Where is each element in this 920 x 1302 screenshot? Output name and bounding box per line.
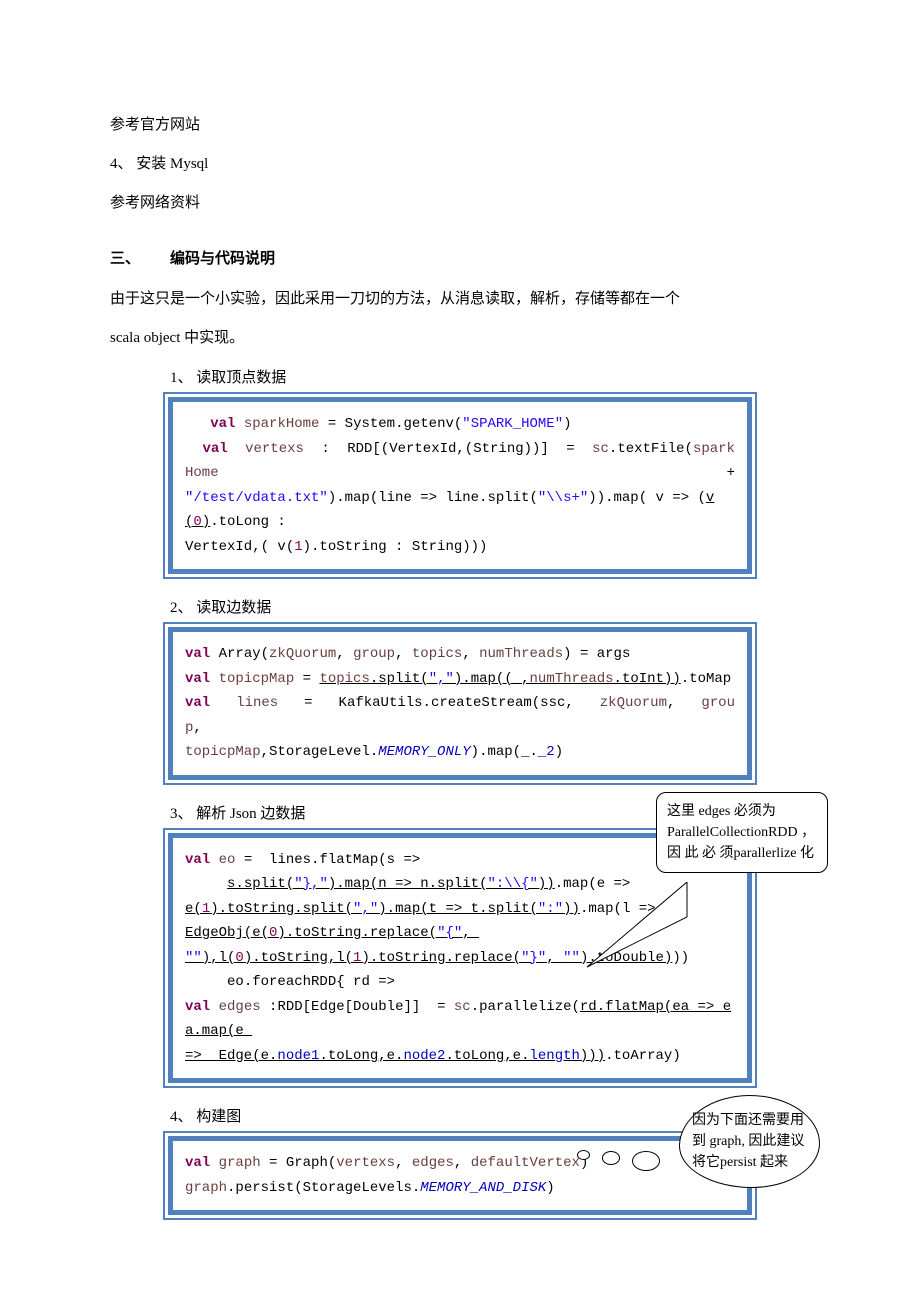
code-block: val graph = Graph(vertexs, edges, defaul… <box>168 1136 752 1215</box>
section-title: 编码与代码说明 <box>170 251 275 267</box>
callout-text: 这里 edges 必须为ParallelCollectionRDD ， 因 此 … <box>667 804 815 861</box>
text-line: 参考网络资料 <box>110 190 810 217</box>
callout-text: 因为下面还需要用到 graph, 因此建议将它persist 起来 <box>692 1113 804 1170</box>
code-block: val sparkHome = System.getenv("SPARK_HOM… <box>168 397 752 574</box>
callout-cloud: 因为下面还需要用到 graph, 因此建议将它persist 起来 <box>679 1095 820 1188</box>
paragraph: scala object 中实现。 <box>110 325 810 352</box>
text-line: 参考官方网站 <box>110 112 810 139</box>
numbered-item: 4、 安装 Mysql <box>110 151 810 178</box>
page: 参考官方网站 4、 安装 Mysql 参考网络资料 三、编码与代码说明 由于这只… <box>0 0 920 1297</box>
section-heading: 三、编码与代码说明 <box>110 247 810 268</box>
callout-tail-icon <box>582 882 692 972</box>
paragraph: 由于这只是一个小实验，因此采用一刀切的方法，从消息读取，解析，存储等都在一个 <box>110 286 810 313</box>
numbered-item: 2、 读取边数据 <box>170 596 810 617</box>
numbered-item: 1、 读取顶点数据 <box>170 366 810 387</box>
callout-rect: 这里 edges 必须为ParallelCollectionRDD ， 因 此 … <box>656 792 828 873</box>
section-number: 三、 <box>110 247 170 268</box>
code-block: val Array(zkQuorum, group, topics, numTh… <box>168 627 752 780</box>
